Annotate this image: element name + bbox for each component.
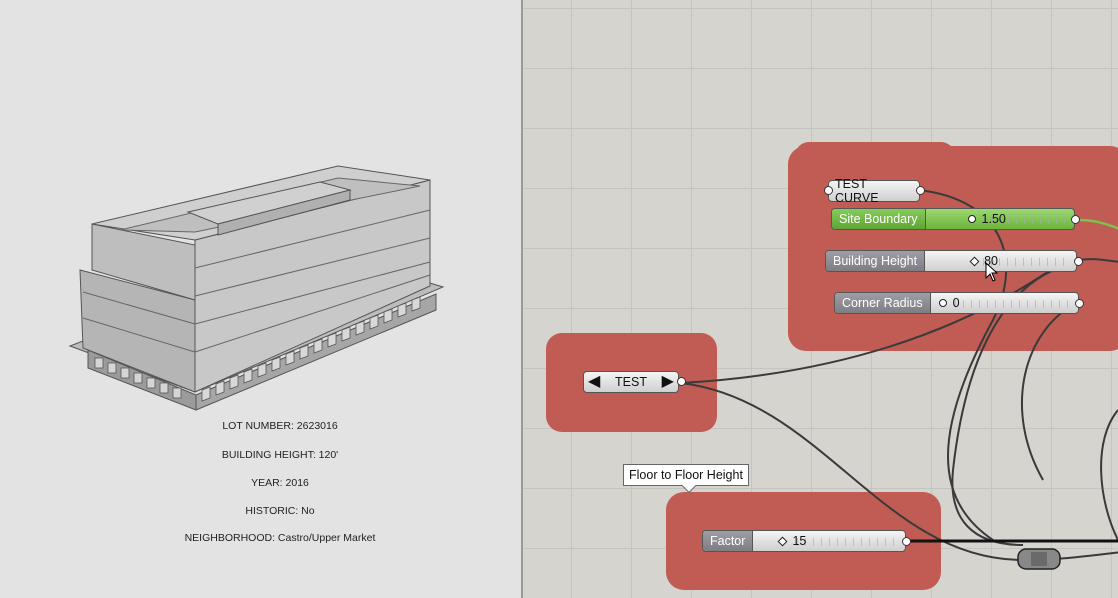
slider-site-boundary-value: 1.50 xyxy=(981,212,1006,226)
slider-site-boundary-knob[interactable] xyxy=(967,215,976,223)
historic-text: HISTORIC: No xyxy=(245,505,315,517)
arrow-left-icon[interactable]: ◀ xyxy=(588,374,600,390)
test-curve-label: TEST CURVE xyxy=(835,177,879,205)
slider-building-height[interactable]: Building Height 80 xyxy=(825,250,1077,272)
slider-corner-radius[interactable]: Corner Radius 0 xyxy=(834,292,1079,314)
slider-factor-knob[interactable] xyxy=(777,536,788,546)
port-test-curve-in[interactable] xyxy=(824,186,833,195)
slider-corner-radius-label: Corner Radius xyxy=(835,293,931,313)
year-text: YEAR: 2016 xyxy=(251,477,309,489)
arrow-right-icon[interactable]: ▶ xyxy=(662,374,674,390)
tooltip-text: Floor to Floor Height xyxy=(629,468,743,482)
slider-building-height-knob[interactable] xyxy=(969,256,980,266)
floor-to-floor-tooltip: Floor to Floor Height xyxy=(623,464,749,486)
slider-factor-track[interactable]: 15 xyxy=(753,531,905,551)
slider-corner-radius-track[interactable]: 0 xyxy=(931,293,1078,313)
slider-factor[interactable]: Factor 15 xyxy=(702,530,906,552)
port-building-height-out[interactable] xyxy=(1074,257,1083,266)
slider-site-boundary-track[interactable]: 1.50 xyxy=(926,209,1074,229)
building-model-render xyxy=(68,165,445,411)
port-factor-out[interactable] xyxy=(902,537,911,546)
test-value-list[interactable]: ◀ TEST ▶ xyxy=(583,371,679,393)
slider-factor-value: 15 xyxy=(792,534,807,548)
slider-building-height-label: Building Height xyxy=(826,251,926,271)
slider-corner-radius-knob[interactable] xyxy=(938,299,947,307)
test-curve-param[interactable]: TEST CURVE xyxy=(828,177,920,205)
lot-number-text: LOT NUMBER: 2623016 xyxy=(222,420,338,432)
slider-site-boundary[interactable]: Site Boundary 1.50 xyxy=(831,208,1075,230)
grasshopper-canvas[interactable]: TEST CURVE Site Boundary 1.50 Building H… xyxy=(523,0,1118,598)
port-test-out[interactable] xyxy=(677,377,686,386)
slider-factor-label: Factor xyxy=(703,531,754,551)
port-test-curve-out[interactable] xyxy=(916,186,925,195)
port-corner-radius-out[interactable] xyxy=(1075,299,1084,308)
rhino-viewport[interactable]: LOT NUMBER: 2623016 BUILDING HEIGHT: 120… xyxy=(0,0,521,598)
slider-corner-radius-value: 0 xyxy=(952,296,960,310)
slider-site-boundary-label: Site Boundary xyxy=(832,209,926,229)
slider-building-height-value: 80 xyxy=(984,254,998,268)
port-site-boundary-out[interactable] xyxy=(1071,215,1080,224)
building-height-text: BUILDING HEIGHT: 120' xyxy=(221,449,339,461)
slider-building-height-track[interactable]: 80 xyxy=(925,251,1076,271)
neighborhood-text: NEIGHBORHOOD: Castro/Upper Market xyxy=(184,532,376,544)
test-value-label: TEST xyxy=(615,375,647,389)
